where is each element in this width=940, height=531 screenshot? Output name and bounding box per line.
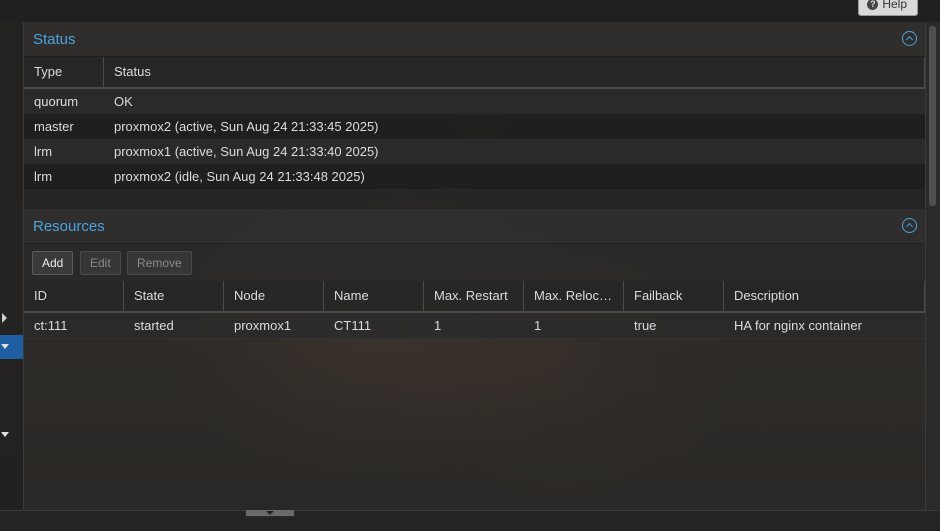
column-header-description[interactable]: Description [724,281,925,311]
column-header-state[interactable]: State [124,281,224,311]
cell-max-restart: 1 [434,318,442,333]
ha-main-content: Status Type Status quorum OK master prox… [24,22,925,510]
collapse-arrow-icon[interactable] [1,432,9,437]
scrollbar-thumb[interactable] [929,26,936,206]
table-row[interactable]: quorum OK [24,89,925,115]
cell-type: lrm [34,169,53,184]
status-grid-empty-area [24,189,925,209]
column-header-type[interactable]: Type [24,57,104,87]
cell-status: OK [114,94,133,109]
cell-max-relocate: 1 [534,318,542,333]
status-panel-title: Status [33,31,76,48]
cell-status: proxmox2 (active, Sun Aug 24 21:33:45 20… [114,119,379,134]
help-label: Help [882,0,907,11]
splitter-toggle-handle[interactable] [245,509,295,517]
resources-grid-header: ID State Node Name Max. Restart Max. Rel… [24,281,925,313]
resources-toolbar: Add Edit Remove [24,244,925,281]
column-header-id[interactable]: ID [24,281,124,311]
column-header-name[interactable]: Name [324,281,424,311]
cell-id: ct:111 [34,318,68,333]
cell-state: started [134,318,174,333]
resources-panel-title: Resources [33,218,105,235]
resources-grid-empty-area [24,338,925,510]
expand-arrow-icon[interactable] [2,313,7,323]
edit-button[interactable]: Edit [80,251,121,275]
column-header-node[interactable]: Node [224,281,324,311]
collapse-arrow-icon[interactable] [1,344,9,349]
table-row[interactable]: lrm proxmox2 (idle, Sun Aug 24 21:33:48 … [24,164,925,190]
top-toolbar: ? Help [0,0,940,23]
log-panel-bar [0,509,940,531]
vertical-scrollbar[interactable] [925,22,940,510]
nav-selected-item[interactable] [0,335,23,359]
help-button[interactable]: ? Help [858,0,918,16]
table-row[interactable]: master proxmox2 (active, Sun Aug 24 21:3… [24,114,925,140]
collapse-panel-icon[interactable] [902,218,917,233]
left-navigation-tree [0,22,24,510]
cell-description: HA for nginx container [734,318,862,333]
table-row[interactable]: lrm proxmox1 (active, Sun Aug 24 21:33:4… [24,139,925,165]
cell-type: lrm [34,144,53,159]
add-button[interactable]: Add [32,251,74,275]
table-row[interactable]: ct:111 started proxmox1 CT111 1 1 true H… [24,313,925,339]
resources-panel-header: Resources [24,209,925,244]
cell-node: proxmox1 [234,318,292,333]
column-header-failback[interactable]: Failback [624,281,724,311]
cell-type: quorum [34,94,79,109]
collapse-panel-icon[interactable] [902,31,917,46]
status-grid-header: Type Status [24,57,925,89]
cell-failback: true [634,318,657,333]
cell-status: proxmox1 (active, Sun Aug 24 21:33:40 20… [114,144,379,159]
cell-status: proxmox2 (idle, Sun Aug 24 21:33:48 2025… [114,169,365,184]
cell-type: master [34,119,74,134]
column-header-status[interactable]: Status [104,57,925,87]
question-icon: ? [867,0,879,10]
remove-button[interactable]: Remove [127,251,192,275]
status-panel-header: Status [24,22,925,57]
column-header-max-relocate[interactable]: Max. Reloc… [524,281,624,311]
cell-name: CT111 [334,318,372,333]
column-header-max-restart[interactable]: Max. Restart [424,281,524,311]
